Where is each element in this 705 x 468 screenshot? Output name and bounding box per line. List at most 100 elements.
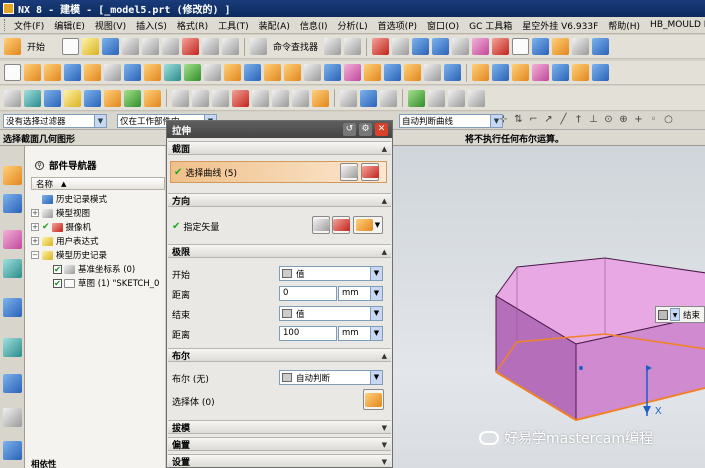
measure-body-icon[interactable] xyxy=(124,89,141,107)
chevron-up-icon[interactable]: ▲ xyxy=(382,145,387,153)
visible-check-icon[interactable]: ✔ xyxy=(42,222,50,232)
info-object-icon[interactable] xyxy=(144,89,161,107)
menu-tools[interactable]: 工具(T) xyxy=(213,19,254,32)
chevron-down-icon[interactable]: ▼ xyxy=(670,308,680,321)
chevron-down-icon[interactable]: ▼ xyxy=(370,327,382,340)
edge-blend-icon[interactable] xyxy=(284,64,301,81)
existing-point-icon[interactable]: + xyxy=(633,114,644,125)
subtract-icon[interactable] xyxy=(244,64,261,81)
face-analysis-icon[interactable] xyxy=(448,89,465,107)
orient-view-icon[interactable] xyxy=(432,38,450,55)
menu-edit[interactable]: 编辑(E) xyxy=(49,19,90,32)
menu-preferences[interactable]: 首选项(P) xyxy=(373,19,422,32)
undo-icon[interactable] xyxy=(202,38,220,55)
tree-item-cameras[interactable]: + ✔ 摄像机 xyxy=(31,220,165,234)
touch-mode-icon[interactable] xyxy=(324,38,342,55)
reuse-library-icon[interactable] xyxy=(3,259,22,278)
command-finder-button[interactable]: 命令查找器 xyxy=(273,40,318,53)
tree-item-model-views[interactable]: + 模型视图 xyxy=(31,206,165,220)
constraint-navigator-icon[interactable] xyxy=(3,194,22,213)
display-icon[interactable] xyxy=(592,38,610,55)
datum-csys-icon[interactable] xyxy=(184,64,201,81)
wcs-icon[interactable] xyxy=(64,89,81,107)
offset-face-icon[interactable] xyxy=(444,64,461,81)
menu-assemblies[interactable]: 装配(A) xyxy=(254,19,295,32)
delete-icon[interactable] xyxy=(182,38,200,55)
sketch-icon[interactable] xyxy=(4,64,21,81)
end-type-dropdown[interactable]: 值 ▼ xyxy=(279,306,383,321)
quadrant-icon[interactable]: ⊕ xyxy=(618,114,629,125)
extrude-icon[interactable] xyxy=(24,64,41,81)
menu-hb-mould[interactable]: HB_MOULD M6.6 xyxy=(645,20,705,30)
chevron-up-icon[interactable]: ▲ xyxy=(382,248,387,256)
settings-group-header[interactable]: 设置 ▼ xyxy=(168,454,391,467)
select-body-button[interactable] xyxy=(363,389,384,410)
boolean-dropdown[interactable]: 自动判断 ▼ xyxy=(279,370,383,385)
zoom-icon[interactable] xyxy=(392,38,410,55)
chevron-down-icon[interactable]: ▼ xyxy=(382,424,387,432)
collapse-icon[interactable]: − xyxy=(31,251,39,259)
chevron-down-icon[interactable]: ▼ xyxy=(370,287,382,300)
face-tools-icon[interactable] xyxy=(592,64,609,81)
start-unit-dropdown[interactable]: mm ▼ xyxy=(338,286,383,301)
draft-analysis-icon[interactable] xyxy=(428,89,445,107)
point-on-face-icon[interactable]: ○ xyxy=(663,114,674,125)
curve-button[interactable] xyxy=(361,163,379,181)
menu-window[interactable]: 窗口(O) xyxy=(422,19,464,32)
boss-icon[interactable] xyxy=(144,64,161,81)
cut-icon[interactable] xyxy=(122,38,140,55)
layer-icon[interactable] xyxy=(532,38,550,55)
expand-icon[interactable]: + xyxy=(31,223,39,231)
bridge-curve-icon[interactable] xyxy=(292,89,309,107)
tree-item-model-history[interactable]: − 模型历史记录 xyxy=(31,248,165,262)
expand-icon[interactable]: + xyxy=(31,209,39,217)
curve-analysis-icon[interactable] xyxy=(468,89,485,107)
sync-modeling-icon[interactable] xyxy=(572,64,589,81)
measure-distance-icon[interactable] xyxy=(84,89,101,107)
graphics-window[interactable]: X ▼ 结束 好易学mastercam编程 xyxy=(393,146,705,468)
composite-curve-icon[interactable] xyxy=(312,89,329,107)
draft-icon[interactable] xyxy=(344,64,361,81)
shaded-view-icon[interactable] xyxy=(412,38,430,55)
menu-insert[interactable]: 插入(S) xyxy=(131,19,172,32)
chevron-down-icon[interactable]: ▼ xyxy=(370,267,382,280)
isoparametric-icon[interactable] xyxy=(360,89,377,107)
section-curve-icon[interactable] xyxy=(340,89,357,107)
midpoint-snap-icon[interactable]: ↗ xyxy=(543,114,554,125)
shell-icon[interactable] xyxy=(324,64,341,81)
snap-grid-icon[interactable] xyxy=(4,89,21,107)
assembly-navigator-icon[interactable] xyxy=(3,166,22,185)
tree-item-sketch[interactable]: ✔ 草图 (1) "SKETCH_0 xyxy=(31,276,165,290)
wireframe-icon[interactable] xyxy=(452,38,470,55)
replace-face-icon[interactable] xyxy=(512,64,529,81)
menu-information[interactable]: 信息(I) xyxy=(295,19,333,32)
new-file-icon[interactable] xyxy=(62,38,80,55)
part-navigator-icon[interactable] xyxy=(3,230,22,249)
tree-item-datum-csys[interactable]: ✔ 基准坐标系 (0) xyxy=(31,262,165,276)
menu-gc-toolkit[interactable]: GC 工具箱 xyxy=(464,19,517,32)
unite-icon[interactable] xyxy=(224,64,241,81)
menu-file[interactable]: 文件(F) xyxy=(9,19,49,32)
offset-group-header[interactable]: 偏置 ▼ xyxy=(168,437,391,451)
pattern-icon[interactable] xyxy=(364,64,381,81)
limits-group-header[interactable]: 极限 ▲ xyxy=(168,244,391,258)
intersection-snap-icon[interactable]: † xyxy=(573,114,584,125)
render-style-icon[interactable] xyxy=(552,38,570,55)
curve-rule-dropdown[interactable]: 自动判断曲线 ▼ xyxy=(399,113,503,128)
control-point-icon[interactable]: ╱ xyxy=(558,114,569,125)
hole-icon[interactable] xyxy=(124,64,141,81)
boolean-group-header[interactable]: 布尔 ▲ xyxy=(168,348,391,362)
web-browser-icon[interactable] xyxy=(3,338,22,357)
pin-icon[interactable]: ⚲ xyxy=(35,160,44,170)
history-icon[interactable] xyxy=(3,374,22,393)
section-group-header[interactable]: 截面 ▲ xyxy=(168,141,391,155)
start-icon[interactable] xyxy=(4,38,21,55)
trim-curve-icon[interactable] xyxy=(380,89,397,107)
select-body-row[interactable]: 选择体 (0) xyxy=(172,392,387,410)
command-finder-icon[interactable] xyxy=(250,38,268,55)
endpoint-snap-icon[interactable]: ⌐ xyxy=(528,114,539,125)
chamfer-icon[interactable] xyxy=(304,64,321,81)
system-materials-icon[interactable] xyxy=(3,408,22,427)
end-unit-dropdown[interactable]: mm ▼ xyxy=(338,326,383,341)
follow-fillet-icon[interactable]: ⇅ xyxy=(513,114,524,125)
